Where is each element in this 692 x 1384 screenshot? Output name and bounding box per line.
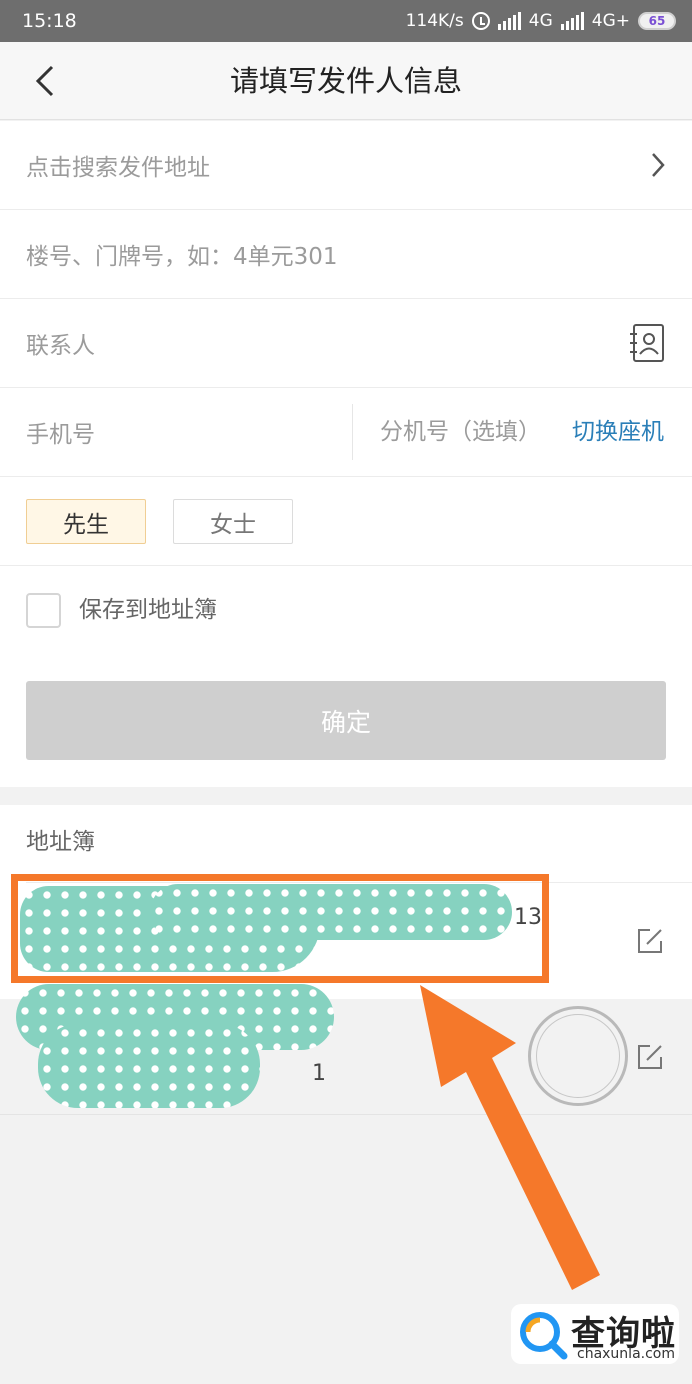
watermark-domain: chaxunla.com: [577, 1346, 675, 1362]
watermark: 查询啦 chaxunla.com: [511, 1304, 679, 1364]
magnifier-logo-icon: [520, 1312, 568, 1360]
annotation-arrow: [420, 985, 600, 1290]
